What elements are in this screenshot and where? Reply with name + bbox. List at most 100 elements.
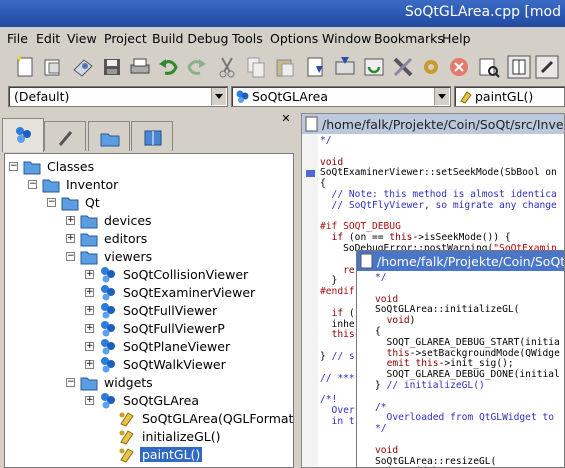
tree-item-label: paintGL() — [140, 447, 203, 462]
menu-options[interactable]: Options — [270, 31, 318, 46]
menu-edit[interactable]: Edit — [36, 31, 60, 46]
menu-view[interactable]: View — [67, 31, 97, 46]
file-icon — [360, 253, 373, 269]
tree-item-label: SoQtWalkViewer — [123, 357, 226, 372]
step-into-icon[interactable] — [332, 54, 358, 80]
undo-icon[interactable] — [155, 54, 181, 80]
close-icon[interactable]: ✕ — [279, 113, 293, 125]
class-combo[interactable]: SoQtGLArea — [231, 86, 451, 107]
copy-icon[interactable] — [243, 54, 269, 80]
menu-file[interactable]: File — [7, 31, 28, 46]
menu-tools[interactable]: Tools — [232, 31, 263, 46]
tab-docs[interactable] — [131, 121, 173, 151]
menu-build-debug[interactable]: Build Debug — [152, 31, 228, 46]
menu-window[interactable]: Window — [322, 31, 371, 46]
editor-title-bar[interactable]: /home/falk/Projekte/Coin/SoQt/src/ — [357, 251, 564, 271]
tree-expander[interactable]: − — [66, 252, 75, 261]
print-icon[interactable] — [127, 54, 153, 80]
settings-icon[interactable] — [418, 54, 444, 80]
tree-expander[interactable]: + — [85, 342, 94, 351]
open-file-icon[interactable] — [40, 54, 66, 80]
run-icon[interactable] — [361, 54, 387, 80]
tree-expander[interactable]: − — [9, 162, 18, 171]
tree-item-label: Classes — [47, 159, 95, 174]
tree-expander[interactable]: − — [66, 378, 75, 387]
class-icon — [101, 303, 115, 319]
edit-icon[interactable] — [534, 54, 560, 80]
class-tree[interactable]: − Classes − Inventor − Qt + devices + editors − vie… — [4, 153, 294, 468]
class-icon — [16, 127, 31, 143]
book-icon — [144, 130, 162, 146]
editor-path: /home/falk/Projekte/Coin/SoQt/src/Invent… — [322, 117, 564, 132]
editor-gutter — [302, 134, 318, 467]
chevron-down-icon[interactable] — [434, 88, 449, 105]
tree-item-label: Inventor — [66, 177, 119, 192]
tree-item-label: editors — [104, 231, 148, 246]
tree-item-label: initializeGL() — [142, 429, 221, 444]
cut-icon[interactable] — [214, 54, 240, 80]
tree-item-label: SoQtGLArea — [123, 393, 200, 408]
redo-icon[interactable] — [184, 54, 210, 80]
tree-item-label: Qt — [85, 195, 100, 210]
tree-expander[interactable]: + — [85, 324, 94, 333]
folder-icon — [61, 197, 79, 211]
compile-icon[interactable] — [303, 54, 329, 80]
paste-icon[interactable] — [272, 54, 298, 80]
tree-expander[interactable]: + — [66, 216, 75, 225]
tree-expander[interactable]: − — [47, 198, 56, 207]
split-vertical-icon[interactable] — [506, 54, 532, 80]
tree-item-label: SoQtPlaneViewer — [123, 339, 231, 354]
tree-expander[interactable]: + — [85, 360, 94, 369]
tree-item-label: SoQtFullViewerP — [123, 321, 225, 336]
class-icon — [101, 267, 115, 283]
build-icon[interactable] — [390, 54, 416, 80]
folder-icon — [100, 133, 120, 147]
editor-title-bar[interactable]: /home/falk/Projekte/Coin/SoQt/src/Invent… — [302, 114, 564, 134]
scope-combo-value: (Default) — [14, 89, 70, 104]
folder-icon — [80, 233, 98, 247]
scope-combo[interactable]: (Default) — [8, 86, 228, 107]
folder-icon — [80, 251, 98, 265]
editor-glarea[interactable]: /home/falk/Projekte/Coin/SoQt/src/ */ vo… — [356, 250, 565, 468]
menu-bookmarks[interactable]: Bookmarks — [374, 31, 444, 46]
class-icon — [101, 285, 115, 301]
folder-icon — [80, 377, 98, 391]
folder-icon — [23, 161, 41, 175]
debug-icon[interactable] — [476, 54, 502, 80]
file-icon — [305, 116, 318, 132]
toolbar — [0, 51, 565, 83]
method-combo-value: paintGL() — [475, 89, 534, 104]
tree-expander[interactable]: − — [28, 180, 37, 189]
tree-expander[interactable]: + — [85, 270, 94, 279]
tree-expander[interactable]: + — [85, 396, 94, 405]
method-combo[interactable]: paintGL() — [454, 86, 565, 107]
method-icon — [119, 430, 134, 445]
menu-project[interactable]: Project — [104, 31, 147, 46]
chevron-down-icon[interactable] — [211, 88, 226, 105]
tree-item-label: SoQtFullViewer — [123, 303, 218, 318]
save-icon[interactable] — [99, 54, 125, 80]
tree-item-label: SoQtGLArea(QGLFormat * — [142, 411, 294, 426]
tab-groups[interactable] — [88, 121, 130, 151]
window-title: SoQtGLArea.cpp [mod — [404, 4, 561, 20]
open-project-icon[interactable] — [70, 54, 96, 80]
class-combo-value: SoQtGLArea — [252, 89, 329, 104]
tree-expander[interactable]: + — [85, 306, 94, 315]
tree-expander[interactable]: + — [85, 288, 94, 297]
tree-item-label: widgets — [104, 375, 153, 390]
title-bar: SoQtGLArea.cpp [mod — [0, 0, 565, 27]
method-icon — [119, 448, 134, 463]
tab-files[interactable] — [44, 121, 86, 151]
tree-item-label: SoQtExaminerViewer — [123, 285, 256, 300]
folder-icon — [80, 215, 98, 229]
class-icon — [101, 321, 115, 337]
tab-classes[interactable] — [2, 118, 44, 152]
menu-bar: File Edit View Project Build Debug Tools… — [0, 29, 565, 49]
code-text[interactable]: */ void SoQtGLArea::initializeGL( void) … — [375, 272, 560, 467]
stop-icon[interactable] — [446, 54, 472, 80]
class-icon — [101, 393, 115, 409]
menu-help[interactable]: Help — [442, 31, 471, 46]
tree-expander[interactable]: + — [66, 234, 75, 243]
new-file-icon[interactable] — [12, 54, 38, 80]
tree-item-label: devices — [104, 213, 152, 228]
